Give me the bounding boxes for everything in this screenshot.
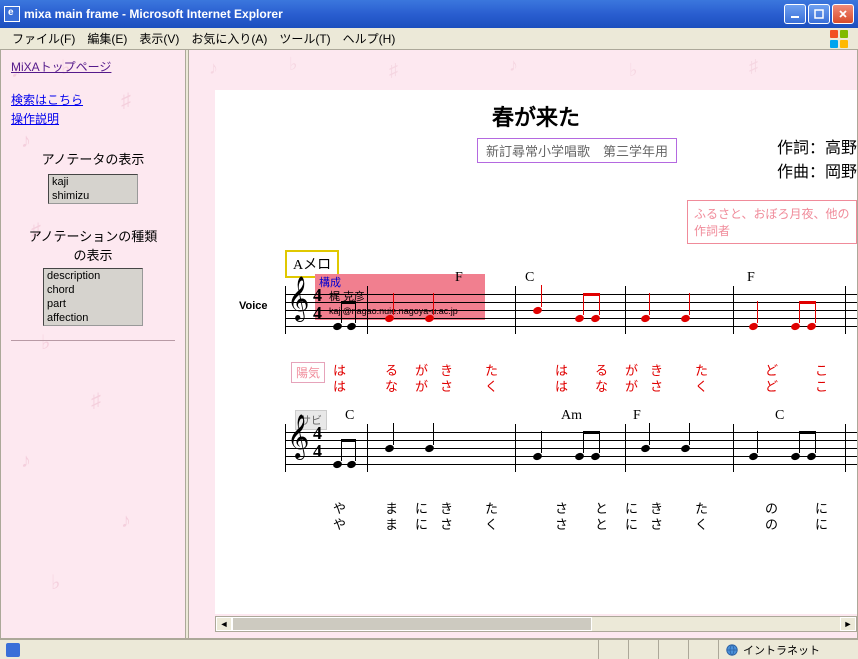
menu-bar: ファイル(F) 編集(E) 表示(V) お気に入り(A) ツール(T) ヘルプ(… bbox=[0, 28, 858, 50]
status-cell bbox=[628, 640, 658, 659]
scroll-thumb[interactable] bbox=[232, 617, 592, 631]
status-zone-text: イントラネット bbox=[743, 642, 820, 658]
annotation-type-listbox[interactable]: description chord part affection bbox=[43, 268, 143, 326]
list-item[interactable]: kaji bbox=[49, 175, 137, 189]
menu-favorites[interactable]: お気に入り(A) bbox=[185, 28, 273, 49]
annotator-listbox[interactable]: kaji shimizu bbox=[48, 174, 138, 204]
chord-label: C bbox=[775, 408, 784, 424]
status-cell bbox=[658, 640, 688, 659]
treble-clef-icon: 𝄞 bbox=[287, 418, 309, 456]
voice-label: Voice bbox=[239, 300, 268, 312]
list-item[interactable]: shimizu bbox=[49, 189, 137, 203]
credit-music: 作曲：岡野 bbox=[777, 158, 857, 182]
intranet-icon bbox=[725, 643, 739, 657]
status-zone: イントラネット bbox=[718, 640, 858, 659]
ie-icon bbox=[4, 6, 20, 22]
chord-label: F bbox=[747, 270, 755, 286]
sidebar-divider bbox=[11, 340, 175, 341]
minimize-button[interactable] bbox=[784, 4, 806, 24]
menu-edit[interactable]: 編集(E) bbox=[81, 28, 133, 49]
score-sheet: 春が来た 新訂尋常小学唱歌 第三学年用 作詞：高野 作曲：岡野 ふるさと、おぼろ… bbox=[215, 90, 857, 614]
annotator-header: アノテータの表示 bbox=[11, 149, 175, 168]
credit-lyric: 作詞：高野 bbox=[777, 134, 857, 158]
scroll-right-button[interactable]: ► bbox=[840, 617, 856, 631]
menu-help[interactable]: ヘルプ(H) bbox=[337, 28, 402, 49]
scroll-track[interactable] bbox=[232, 617, 840, 631]
menu-view[interactable]: 表示(V) bbox=[133, 28, 185, 49]
time-signature: 44 bbox=[313, 424, 322, 460]
staff-line-2: 𝄞 44 bbox=[285, 424, 857, 472]
status-bar: イントラネット bbox=[0, 639, 858, 659]
menu-tools[interactable]: ツール(T) bbox=[273, 28, 336, 49]
chord-label: C bbox=[345, 408, 354, 424]
chord-label: F bbox=[633, 408, 641, 424]
window-title: mixa main frame - Microsoft Internet Exp… bbox=[24, 7, 784, 21]
window-titlebar: mixa main frame - Microsoft Internet Exp… bbox=[0, 0, 858, 28]
time-signature: 44 bbox=[313, 286, 322, 322]
windows-flag-icon bbox=[830, 30, 852, 48]
scroll-left-button[interactable]: ◄ bbox=[216, 617, 232, 631]
score-title: 春が来た bbox=[215, 100, 857, 132]
list-item[interactable]: affection bbox=[44, 311, 142, 325]
status-left bbox=[0, 640, 30, 659]
status-cell bbox=[688, 640, 718, 659]
link-manual[interactable]: 操作説明 bbox=[11, 110, 175, 127]
sidebar-background-notes: ♪♭♯ ♪♭♯ ♪♭♯ ♪♪♭ bbox=[1, 50, 185, 638]
link-top-page[interactable]: MiXAトップページ bbox=[11, 58, 175, 75]
chord-label: C bbox=[525, 270, 534, 286]
ie-icon bbox=[6, 643, 20, 657]
window-buttons bbox=[784, 4, 854, 24]
horizontal-scrollbar[interactable]: ◄ ► bbox=[215, 616, 857, 632]
mood-tag[interactable]: 陽気 bbox=[291, 362, 325, 383]
staff-line-1: 𝄞 44 bbox=[285, 286, 857, 334]
content-area: ♪♭♯ ♪♭♯ 春が来た 新訂尋常小学唱歌 第三学年用 作詞：高野 作曲：岡野 … bbox=[189, 50, 857, 638]
sidebar: ♪♭♯ ♪♭♯ ♪♭♯ ♪♪♭ MiXAトップページ 検索はこちら 操作説明 ア… bbox=[1, 50, 185, 638]
score-note-box: ふるさと、おぼろ月夜、他の作詞者 bbox=[687, 200, 857, 244]
status-cell bbox=[598, 640, 628, 659]
chord-label: F bbox=[455, 270, 463, 286]
client-area: ♪♭♯ ♪♭♯ ♪♭♯ ♪♪♭ MiXAトップページ 検索はこちら 操作説明 ア… bbox=[0, 50, 858, 639]
annotation-type-header: アノテーションの種類 の表示 bbox=[11, 226, 175, 264]
score-subtitle: 新訂尋常小学唱歌 第三学年用 bbox=[477, 138, 677, 163]
list-item[interactable]: part bbox=[44, 297, 142, 311]
treble-clef-icon: 𝄞 bbox=[287, 280, 309, 318]
score-credits: 作詞：高野 作曲：岡野 bbox=[777, 134, 857, 182]
chord-label: Am bbox=[561, 408, 582, 424]
maximize-button[interactable] bbox=[808, 4, 830, 24]
list-item[interactable]: description bbox=[44, 269, 142, 283]
menu-file[interactable]: ファイル(F) bbox=[6, 28, 81, 49]
link-search[interactable]: 検索はこちら bbox=[11, 91, 175, 108]
close-button[interactable] bbox=[832, 4, 854, 24]
list-item[interactable]: chord bbox=[44, 283, 142, 297]
